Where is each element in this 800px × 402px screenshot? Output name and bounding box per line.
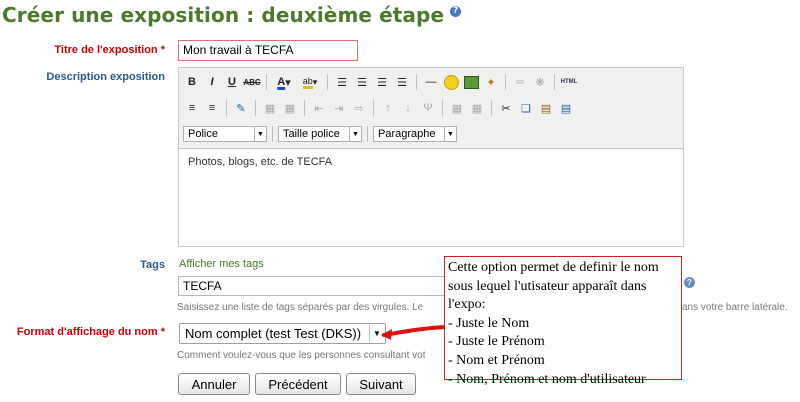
insert-col-before-icon[interactable]: ↑: [379, 99, 397, 117]
size-select[interactable]: Taille police ▼: [278, 126, 362, 142]
tags-hint: Saisissez une liste de tags séparés par …: [177, 302, 424, 313]
html-icon[interactable]: HTML: [560, 73, 578, 91]
chevron-down-icon: ▼: [444, 127, 456, 141]
format-select[interactable]: Paragraphe ▼: [373, 126, 457, 142]
link-icon[interactable]: ∞: [511, 73, 529, 91]
format-select-value: Paragraphe: [378, 128, 436, 140]
bold-icon[interactable]: B: [183, 73, 201, 91]
insert-row-after-icon[interactable]: ⇥: [330, 99, 348, 117]
paste-word-icon[interactable]: ▤: [557, 99, 575, 117]
titre-label: Titre de l'exposition *: [54, 44, 165, 56]
horizontal-rule-icon[interactable]: —: [422, 73, 440, 91]
font-select[interactable]: Police ▼: [183, 126, 267, 142]
strikethrough-icon[interactable]: ABC: [243, 73, 261, 91]
numbered-list-icon[interactable]: ≡: [203, 99, 221, 117]
insert-col-after-icon[interactable]: ↓: [399, 99, 417, 117]
tooltip-line: sous lequel l'utisateur apparaît dans: [448, 278, 647, 294]
font-color-icon[interactable]: A ▾: [272, 73, 296, 91]
align-left-icon[interactable]: ☰: [333, 73, 351, 91]
toolbar-separator: [416, 74, 417, 90]
toolbar-separator: [442, 100, 443, 116]
next-button[interactable]: Suivant: [346, 373, 416, 395]
editor-content[interactable]: Photos, blogs, etc. de TECFA: [188, 156, 332, 168]
bullet-list-icon[interactable]: ≡: [183, 99, 201, 117]
chevron-down-icon: ▼: [254, 127, 266, 141]
italic-icon[interactable]: I: [203, 73, 221, 91]
tooltip-line: - Nom, Prénom et nom d'utilisateur: [448, 371, 646, 387]
description-editor[interactable]: B I U ABC A ▾ ab ▾ ☰ ☰ ☰ ☰ — ✦ ∞ ❋ HTML ≡ …: [178, 67, 684, 247]
toolbar-separator: [554, 74, 555, 90]
table-icon[interactable]: ▦: [261, 99, 279, 117]
align-center-icon[interactable]: ☰: [353, 73, 371, 91]
toolbar-separator: [373, 100, 374, 116]
insert-row-before-icon[interactable]: ⇤: [310, 99, 328, 117]
toolbar-separator: [327, 74, 328, 90]
format-label: Format d'affichage du nom *: [16, 326, 165, 338]
smiley-icon[interactable]: [442, 73, 460, 91]
tooltip-line: l'expo:: [448, 297, 486, 313]
tags-help-icon[interactable]: ?: [684, 277, 695, 288]
toolbar-row-1: B I U ABC A ▾ ab ▾ ☰ ☰ ☰ ☰ — ✦ ∞ ❋ HTML: [183, 72, 578, 92]
copy-icon[interactable]: ❏: [517, 99, 535, 117]
edit-icon[interactable]: ✎: [232, 99, 250, 117]
tooltip-line: - Juste le Nom: [448, 315, 530, 331]
toolbar-separator: [226, 100, 227, 116]
cleanup-icon[interactable]: ✦: [482, 73, 500, 91]
size-select-value: Taille police: [283, 128, 340, 140]
titre-input[interactable]: Mon travail à TECFA: [178, 40, 358, 61]
toolbar-row-3: Police ▼ Taille police ▼ Paragraphe ▼: [183, 124, 457, 144]
tooltip-line: - Nom et Prénom: [448, 352, 545, 368]
delete-row-icon[interactable]: ⇨: [350, 99, 368, 117]
cut-icon[interactable]: ✂: [497, 99, 515, 117]
toolbar-separator: [505, 74, 506, 90]
split-cells-icon[interactable]: ▦: [468, 99, 486, 117]
page-title-text: Créer une exposition : deuxième étape: [2, 3, 445, 27]
toolbar-row-2: ≡ ≡ ✎ ▦ ▦ ⇤ ⇥ ⇨ ↑ ↓ Ψ ▦ ▦ ✂ ❏ ▤ ▤: [183, 98, 575, 118]
tags-hint-right: ans votre barre latérale.: [682, 302, 788, 313]
toolbar-separator: [266, 74, 267, 90]
annotation-arrow: [381, 325, 448, 340]
toolbar-separator: [491, 100, 492, 116]
help-icon[interactable]: ?: [450, 6, 462, 17]
justify-icon[interactable]: ☰: [393, 73, 411, 91]
toolbar-separator: [255, 100, 256, 116]
tooltip-line: Cette option permet de definir le nom: [448, 260, 659, 275]
table-props-icon[interactable]: ▦: [281, 99, 299, 117]
delete-col-icon[interactable]: Ψ: [419, 99, 437, 117]
toolbar-separator: [304, 100, 305, 116]
tooltip-line: - Juste le Prénom: [448, 334, 545, 350]
format-hint: Comment voulez-vous que les personnes co…: [177, 350, 426, 361]
toolbar-separator: [272, 126, 273, 142]
chevron-down-icon: ▼: [349, 127, 361, 141]
cancel-button[interactable]: Annuler: [178, 373, 250, 395]
name-format-value: Nom complet (test Test (DKS)): [185, 326, 362, 341]
editor-toolbar: B I U ABC A ▾ ab ▾ ☰ ☰ ☰ ☰ — ✦ ∞ ❋ HTML ≡ …: [179, 68, 683, 149]
tags-input[interactable]: TECFA: [178, 276, 446, 296]
previous-button[interactable]: Précédent: [255, 373, 341, 395]
underline-icon[interactable]: U: [223, 73, 241, 91]
image-icon[interactable]: [462, 73, 480, 91]
name-format-select[interactable]: Nom complet (test Test (DKS)) ▼: [179, 323, 386, 344]
align-right-icon[interactable]: ☰: [373, 73, 391, 91]
show-tags-link[interactable]: Afficher mes tags: [179, 258, 264, 270]
highlight-icon[interactable]: ab ▾: [298, 73, 322, 91]
unlink-icon[interactable]: ❋: [531, 73, 549, 91]
toolbar-separator: [367, 126, 368, 142]
paste-icon[interactable]: ▤: [537, 99, 555, 117]
merge-cells-icon[interactable]: ▦: [448, 99, 466, 117]
annotation-tooltip: Cette option permet de definir le nom so…: [444, 256, 682, 387]
tags-label: Tags: [140, 259, 165, 271]
page-title: Créer une exposition : deuxième étape?: [2, 3, 462, 27]
font-select-value: Police: [188, 128, 218, 140]
description-label: Description exposition: [46, 71, 165, 83]
